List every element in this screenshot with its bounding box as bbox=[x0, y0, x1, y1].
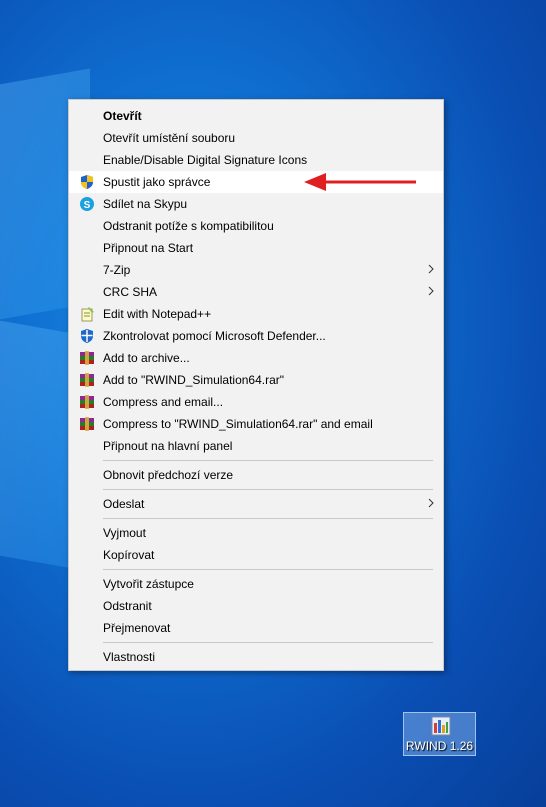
menu-item-label: Odstranit bbox=[103, 599, 152, 613]
menu-item-add-to-rar[interactable]: Add to "RWIND_Simulation64.rar" bbox=[69, 369, 443, 391]
menu-item-add-to-archive[interactable]: Add to archive... bbox=[69, 347, 443, 369]
menu-item-label: Otevřít bbox=[103, 109, 142, 123]
chevron-right-icon bbox=[428, 498, 434, 508]
menu-item-label: Vytvořit zástupce bbox=[103, 577, 194, 591]
menu-item-label: Přejmenovat bbox=[103, 621, 171, 635]
menu-separator bbox=[103, 489, 433, 490]
menu-item-label: Sdílet na Skypu bbox=[103, 197, 188, 211]
menu-item-delete[interactable]: Odstranit bbox=[69, 595, 443, 617]
menu-item-crc-sha[interactable]: CRC SHA bbox=[69, 281, 443, 303]
menu-item-properties[interactable]: Vlastnosti bbox=[69, 646, 443, 668]
menu-item-7zip[interactable]: 7-Zip bbox=[69, 259, 443, 281]
menu-item-send-to[interactable]: Odeslat bbox=[69, 493, 443, 515]
menu-item-label: 7-Zip bbox=[103, 263, 131, 277]
menu-item-cut[interactable]: Vyjmout bbox=[69, 522, 443, 544]
menu-item-label: Otevřít umístění souboru bbox=[103, 131, 236, 145]
menu-item-compress-and-email[interactable]: Compress and email... bbox=[69, 391, 443, 413]
svg-text:S: S bbox=[84, 200, 91, 211]
menu-item-label: Vlastnosti bbox=[103, 650, 156, 664]
menu-item-rename[interactable]: Přejmenovat bbox=[69, 617, 443, 639]
menu-item-label: Edit with Notepad++ bbox=[103, 307, 212, 321]
menu-item-label: Odstranit potíže s kompatibilitou bbox=[103, 219, 274, 233]
menu-item-label: Odeslat bbox=[103, 497, 145, 511]
menu-item-label: Add to "RWIND_Simulation64.rar" bbox=[103, 373, 285, 387]
skype-icon: S bbox=[80, 197, 94, 211]
defender-icon bbox=[81, 329, 93, 343]
menu-item-open[interactable]: Otevřít bbox=[69, 105, 443, 127]
menu-item-open-file-location[interactable]: Otevřít umístění souboru bbox=[69, 127, 443, 149]
menu-item-label: Zkontrolovat pomocí Microsoft Defender..… bbox=[103, 329, 326, 343]
menu-item-copy[interactable]: Kopírovat bbox=[69, 544, 443, 566]
winrar-icon bbox=[80, 417, 94, 431]
rwind-app-icon bbox=[431, 716, 451, 736]
menu-item-label: Připnout na Start bbox=[103, 241, 194, 255]
menu-item-label: Compress to "RWIND_Simulation64.rar" and… bbox=[103, 417, 373, 431]
uac-shield-icon bbox=[81, 175, 93, 189]
menu-item-label: CRC SHA bbox=[103, 285, 158, 299]
notepad-plus-plus-icon bbox=[81, 307, 94, 322]
menu-item-label: Add to archive... bbox=[103, 351, 190, 365]
menu-item-label: Vyjmout bbox=[103, 526, 146, 540]
menu-item-scan-defender[interactable]: Zkontrolovat pomocí Microsoft Defender..… bbox=[69, 325, 443, 347]
menu-item-label: Připnout na hlavní panel bbox=[103, 439, 233, 453]
winrar-icon bbox=[80, 351, 94, 365]
menu-item-label: Kopírovat bbox=[103, 548, 155, 562]
menu-item-pin-to-taskbar[interactable]: Připnout na hlavní panel bbox=[69, 435, 443, 457]
desktop-shortcut-label: RWIND 1.26 bbox=[405, 739, 474, 753]
menu-separator bbox=[103, 460, 433, 461]
menu-item-digital-signature-icons[interactable]: Enable/Disable Digital Signature Icons bbox=[69, 149, 443, 171]
desktop-shortcut-rwind[interactable]: RWIND 1.26 bbox=[403, 712, 476, 756]
menu-separator bbox=[103, 569, 433, 570]
winrar-icon bbox=[80, 373, 94, 387]
menu-item-label: Enable/Disable Digital Signature Icons bbox=[103, 153, 308, 167]
menu-item-label: Obnovit předchozí verze bbox=[103, 468, 234, 482]
chevron-right-icon bbox=[428, 264, 434, 274]
menu-item-troubleshoot-compatibility[interactable]: Odstranit potíže s kompatibilitou bbox=[69, 215, 443, 237]
menu-item-edit-notepad-plus-plus[interactable]: Edit with Notepad++ bbox=[69, 303, 443, 325]
menu-item-compress-to-rar-and-email[interactable]: Compress to "RWIND_Simulation64.rar" and… bbox=[69, 413, 443, 435]
menu-item-restore-previous-versions[interactable]: Obnovit předchozí verze bbox=[69, 464, 443, 486]
chevron-right-icon bbox=[428, 286, 434, 296]
winrar-icon bbox=[80, 395, 94, 409]
menu-item-label: Spustit jako správce bbox=[103, 175, 211, 189]
menu-item-share-skype[interactable]: S Sdílet na Skypu bbox=[69, 193, 443, 215]
menu-item-pin-to-start[interactable]: Připnout na Start bbox=[69, 237, 443, 259]
menu-item-create-shortcut[interactable]: Vytvořit zástupce bbox=[69, 573, 443, 595]
menu-separator bbox=[103, 518, 433, 519]
red-arrow-icon bbox=[304, 173, 416, 191]
menu-item-label: Compress and email... bbox=[103, 395, 224, 409]
menu-separator bbox=[103, 642, 433, 643]
